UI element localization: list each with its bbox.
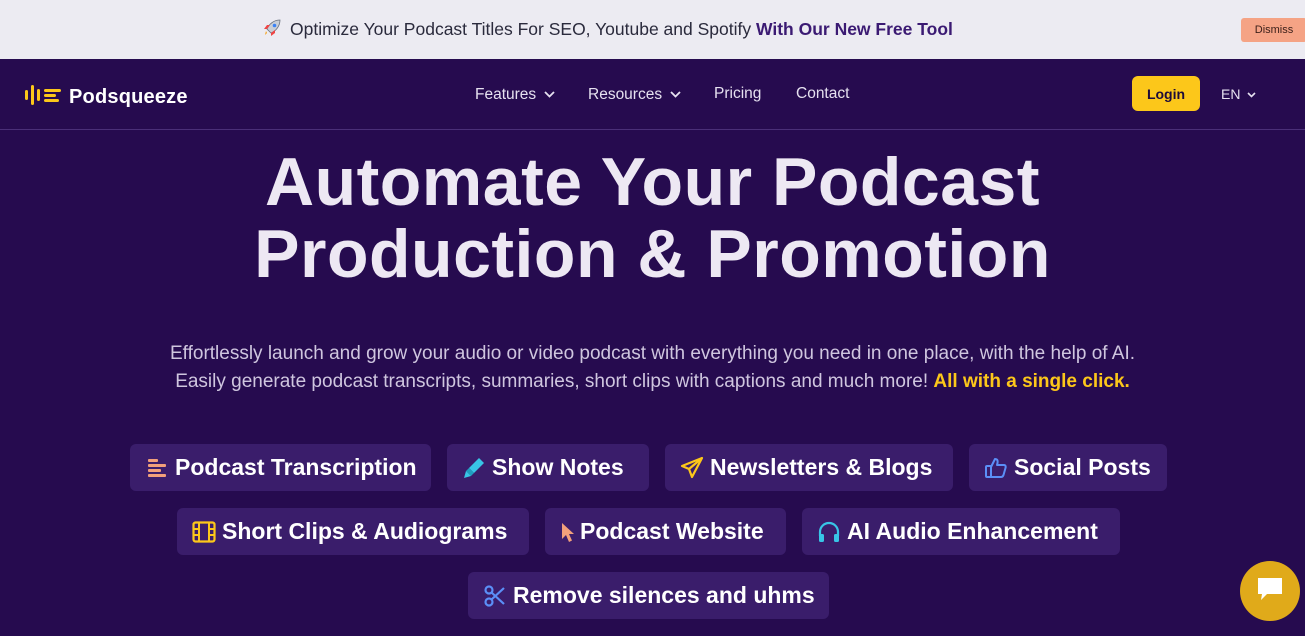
main-nav: Podsqueeze Features Resources Pricing Co… <box>0 59 1305 130</box>
feature-chip-transcription[interactable]: Podcast Transcription <box>130 444 431 491</box>
hero-subtitle-line-1: Effortlessly launch and grow your audio … <box>169 343 1136 364</box>
feature-chip-show-notes[interactable]: Show Notes <box>447 444 649 491</box>
hero-title-line-1: Automate Your Podcast <box>264 144 1040 220</box>
announcement-bar: Optimize Your Podcast Titles For SEO, Yo… <box>0 0 1305 59</box>
announcement-highlight-link[interactable]: With Our New Free Tool <box>756 19 953 39</box>
feature-label: AI Audio Enhancement <box>847 518 1098 544</box>
feature-chip-podcast-website[interactable]: Podcast Website <box>545 508 786 555</box>
feature-label: Social Posts <box>1014 454 1151 480</box>
feature-chip-social-posts[interactable]: Social Posts <box>969 444 1167 491</box>
feature-label: Podcast Transcription <box>175 454 417 480</box>
chevron-down-icon <box>544 84 555 104</box>
hero-subtitle-highlight: All with a single click. <box>933 371 1130 392</box>
chat-bubble-icon <box>1255 575 1285 608</box>
scissors-icon <box>482 583 508 609</box>
nav-pricing[interactable]: Pricing <box>714 84 761 104</box>
login-button[interactable]: Login <box>1132 76 1200 111</box>
language-label: EN <box>1221 86 1241 102</box>
announcement-text[interactable]: Optimize Your Podcast Titles For SEO, Yo… <box>262 18 953 43</box>
language-selector[interactable]: EN <box>1221 85 1257 102</box>
feature-chip-newsletters[interactable]: Newsletters & Blogs <box>665 444 953 491</box>
feature-chip-remove-silences[interactable]: Remove silences and uhms <box>468 572 829 619</box>
dismiss-button[interactable]: Dismiss <box>1241 18 1305 42</box>
highlighter-icon <box>461 455 487 481</box>
hero-title: Automate Your Podcast Production & Promo… <box>0 146 1305 290</box>
hero-subtitle: Effortlessly launch and grow your audio … <box>0 340 1305 396</box>
chat-widget-button[interactable] <box>1240 561 1300 621</box>
feature-label: Short Clips & Audiograms <box>222 518 508 544</box>
feature-chip-short-clips[interactable]: Short Clips & Audiograms <box>177 508 529 555</box>
hero-title-line-2: Production & Promotion <box>254 216 1051 292</box>
nav-contact[interactable]: Contact <box>796 84 849 104</box>
nav-features[interactable]: Features <box>475 84 555 105</box>
rocket-icon <box>262 18 284 43</box>
cursor-icon <box>559 519 577 545</box>
announcement-main-text: Optimize Your Podcast Titles For SEO, Yo… <box>290 19 752 39</box>
lines-icon <box>144 455 170 481</box>
nav-links: Features Resources Pricing Contact <box>0 84 1305 106</box>
headphones-icon <box>816 519 842 545</box>
nav-resources[interactable]: Resources <box>588 84 681 105</box>
hero-subtitle-line-2: Easily generate podcast transcripts, sum… <box>175 371 929 392</box>
chevron-down-icon <box>670 84 681 104</box>
feature-chip-audio-enhancement[interactable]: AI Audio Enhancement <box>802 508 1120 555</box>
nav-resources-label: Resources <box>588 86 663 103</box>
paper-plane-icon <box>679 455 705 481</box>
nav-features-label: Features <box>475 86 537 103</box>
chevron-down-icon <box>1247 85 1257 101</box>
feature-label: Newsletters & Blogs <box>710 454 933 480</box>
film-icon <box>191 519 217 545</box>
feature-label: Remove silences and uhms <box>513 582 815 608</box>
feature-label: Show Notes <box>492 454 624 480</box>
thumbs-up-icon <box>983 455 1009 481</box>
feature-label: Podcast Website <box>580 518 764 544</box>
